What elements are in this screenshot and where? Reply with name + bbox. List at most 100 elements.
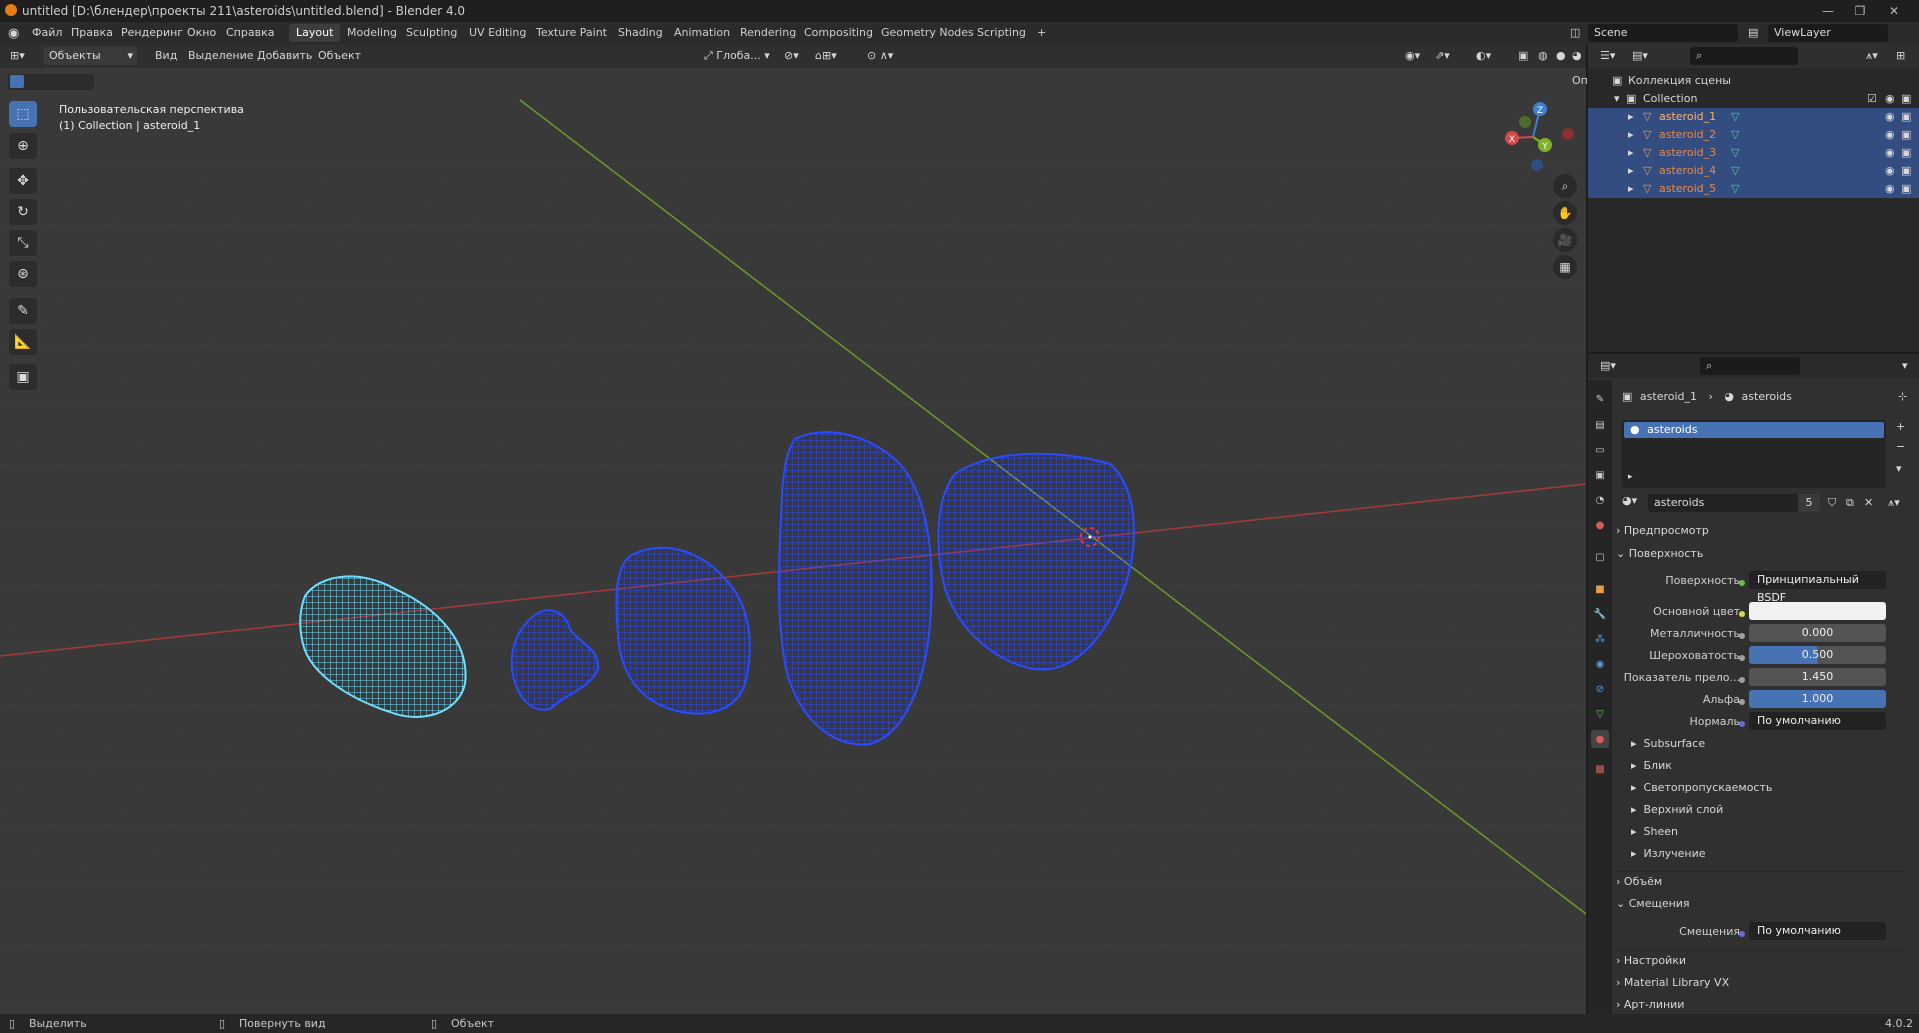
tab-compositing[interactable]: Compositing: [797, 24, 880, 42]
expand-icon[interactable]: ▸: [1628, 162, 1634, 180]
mode-select[interactable]: Объекты ▾: [43, 47, 137, 65]
material-slot-list[interactable]: ● asteroids ▸: [1622, 420, 1886, 488]
menu-help[interactable]: Справка: [226, 26, 274, 39]
outliner-item-asteroid-1[interactable]: ▸ ▽ asteroid_1 ▽ ◉ ▣: [1588, 108, 1919, 126]
subpanel-transmission[interactable]: ▸ Светопропускаемость: [1631, 781, 1772, 794]
shading-material-icon[interactable]: ◕: [1572, 49, 1582, 62]
world-tab-icon[interactable]: ●: [1591, 516, 1609, 534]
menu-object[interactable]: Объект: [318, 49, 361, 62]
render-camera-icon[interactable]: ▣: [1901, 144, 1911, 162]
fake-user-shield-icon[interactable]: ⛉: [1828, 496, 1836, 510]
render-camera-icon[interactable]: ▣: [1901, 126, 1911, 144]
material-name-field[interactable]: asteroids: [1648, 494, 1798, 512]
shading-solid-icon[interactable]: ●: [1556, 49, 1566, 62]
overlay-icon[interactable]: ◐▾: [1476, 49, 1491, 62]
menu-add[interactable]: Добавить: [257, 49, 312, 62]
add-workspace-button[interactable]: +: [1030, 24, 1053, 42]
subpanel-specular[interactable]: ▸ Блик: [1631, 759, 1672, 772]
pan-hand-icon[interactable]: ✋: [1553, 201, 1577, 225]
outliner-item-asteroid-3[interactable]: ▸ ▽ asteroid_3 ▽ ◉ ▣: [1588, 144, 1919, 162]
duplicate-icon[interactable]: ⧉: [1846, 496, 1854, 510]
alpha-slider[interactable]: 1.000: [1749, 690, 1886, 708]
maximize-icon[interactable]: ❐: [1846, 2, 1874, 20]
section-settings[interactable]: › Настройки: [1616, 950, 1906, 971]
tab-layout[interactable]: Layout: [289, 24, 341, 42]
view-layer-tab-icon[interactable]: ▣: [1591, 466, 1609, 484]
properties-editor-icon[interactable]: ▤▾: [1600, 359, 1616, 372]
tab-rendering[interactable]: Rendering: [733, 24, 803, 42]
tab-sculpting[interactable]: Sculpting: [399, 24, 464, 42]
outliner-item-asteroid-5[interactable]: ▸ ▽ asteroid_5 ▽ ◉ ▣: [1588, 180, 1919, 198]
tab-modeling[interactable]: Modeling: [340, 24, 404, 42]
xray-icon[interactable]: ▣: [1518, 49, 1528, 62]
minimize-icon[interactable]: —: [1814, 2, 1842, 20]
material-users-count[interactable]: 5: [1798, 494, 1820, 512]
eye-icon[interactable]: ◉: [1885, 90, 1895, 108]
tab-geometry-nodes[interactable]: Geometry Nodes: [874, 24, 981, 42]
view-layer-field[interactable]: ViewLayer: [1768, 24, 1888, 42]
navigation-gizmo[interactable]: Z X Y: [1505, 102, 1574, 171]
collection-tab-icon[interactable]: ▢: [1591, 548, 1609, 566]
expand-icon[interactable]: ▸: [1628, 144, 1634, 162]
editor-type-icon[interactable]: ⊞▾: [10, 49, 25, 62]
render-camera-icon[interactable]: ▣: [1901, 162, 1911, 180]
cursor-tool-icon[interactable]: ⊕: [9, 133, 37, 159]
annotate-tool-icon[interactable]: ✎: [9, 298, 37, 324]
section-surface[interactable]: ⌄ Поверхность: [1616, 544, 1906, 564]
outliner-scene-collection[interactable]: ▣ Коллекция сцены: [1588, 72, 1919, 90]
subpanel-subsurface[interactable]: ▸ Subsurface: [1631, 737, 1705, 750]
outliner-item-asteroid-4[interactable]: ▸ ▽ asteroid_4 ▽ ◉ ▣: [1588, 162, 1919, 180]
outliner-editor-icon[interactable]: ☰▾: [1600, 49, 1615, 62]
exclude-checkbox[interactable]: ☑: [1867, 90, 1877, 108]
scene-tab-icon[interactable]: ◔: [1591, 491, 1609, 509]
select-new-icon[interactable]: [10, 75, 24, 88]
tab-texture-paint[interactable]: Texture Paint: [529, 24, 614, 42]
properties-search-input[interactable]: ⌕: [1700, 357, 1800, 375]
render-camera-icon[interactable]: ▣: [1901, 180, 1911, 198]
menu-view[interactable]: Вид: [155, 49, 177, 62]
roughness-slider[interactable]: 0.500: [1749, 646, 1886, 664]
rotate-tool-icon[interactable]: ↻: [9, 199, 37, 225]
material-browse-icon[interactable]: ◕▾: [1622, 494, 1637, 507]
measure-tool-icon[interactable]: 📐: [9, 329, 37, 355]
gizmo-toggle-icon[interactable]: ⇗▾: [1435, 49, 1450, 62]
camera-icon[interactable]: 🎥: [1553, 228, 1577, 252]
scene-field[interactable]: Scene: [1588, 24, 1738, 42]
filter-icon[interactable]: ⩚▾: [1866, 49, 1878, 63]
move-tool-icon[interactable]: ✥: [9, 168, 37, 194]
outliner-item-asteroid-2[interactable]: ▸ ▽ asteroid_2 ▽ ◉ ▣: [1588, 126, 1919, 144]
eye-icon[interactable]: ◉: [1885, 126, 1895, 144]
render-tab-icon[interactable]: ▤: [1591, 416, 1609, 434]
expand-icon[interactable]: ▸: [1628, 108, 1634, 126]
expand-icon[interactable]: ▸: [1628, 180, 1634, 198]
material-filter-icon[interactable]: ⩚▾: [1888, 496, 1900, 510]
subpanel-sheen[interactable]: ▸ Sheen: [1631, 825, 1678, 838]
section-material-library[interactable]: › Material Library VX: [1616, 973, 1906, 993]
menu-render[interactable]: Рендеринг: [121, 26, 183, 39]
tab-uv-editing[interactable]: UV Editing: [462, 24, 533, 42]
expand-icon[interactable]: ▸: [1628, 126, 1634, 144]
tab-scripting[interactable]: Scripting: [970, 24, 1033, 42]
display-mode-icon[interactable]: ▤▾: [1632, 49, 1648, 62]
menu-edit[interactable]: Правка: [71, 26, 113, 39]
snap-icon[interactable]: ⌂⊞▾: [815, 49, 837, 62]
shading-wireframe-icon[interactable]: ◍: [1538, 49, 1548, 62]
eye-icon[interactable]: ◉: [1885, 162, 1895, 180]
expand-icon[interactable]: ▾: [1614, 90, 1620, 108]
render-camera-icon[interactable]: ▣: [1901, 90, 1911, 108]
normal-select[interactable]: По умолчанию: [1749, 712, 1886, 730]
unlink-x-icon[interactable]: ✕: [1864, 496, 1873, 509]
viewport-canvas[interactable]: Z X Y: [0, 44, 1586, 1014]
subpanel-emission[interactable]: ▸ Излучение: [1631, 847, 1706, 860]
tool-tab-icon[interactable]: ✎: [1591, 390, 1609, 408]
outliner-collection-row[interactable]: ▾ ▣ Collection ☑ ◉ ▣: [1588, 90, 1919, 108]
section-lineart[interactable]: › Арт-линии: [1616, 995, 1906, 1015]
pin-icon[interactable]: ⊹: [1898, 390, 1907, 403]
add-cube-tool-icon[interactable]: ▣: [9, 364, 37, 390]
select-box-tool-icon[interactable]: ⬚: [9, 101, 37, 127]
material-slot-item[interactable]: ● asteroids: [1624, 422, 1884, 438]
menu-select[interactable]: Выделение: [188, 49, 254, 62]
close-icon[interactable]: ✕: [1880, 2, 1908, 20]
section-displacement[interactable]: ⌄ Смещения: [1616, 894, 1906, 914]
proportional-edit-icon[interactable]: ⊙ ∧▾: [867, 49, 893, 62]
